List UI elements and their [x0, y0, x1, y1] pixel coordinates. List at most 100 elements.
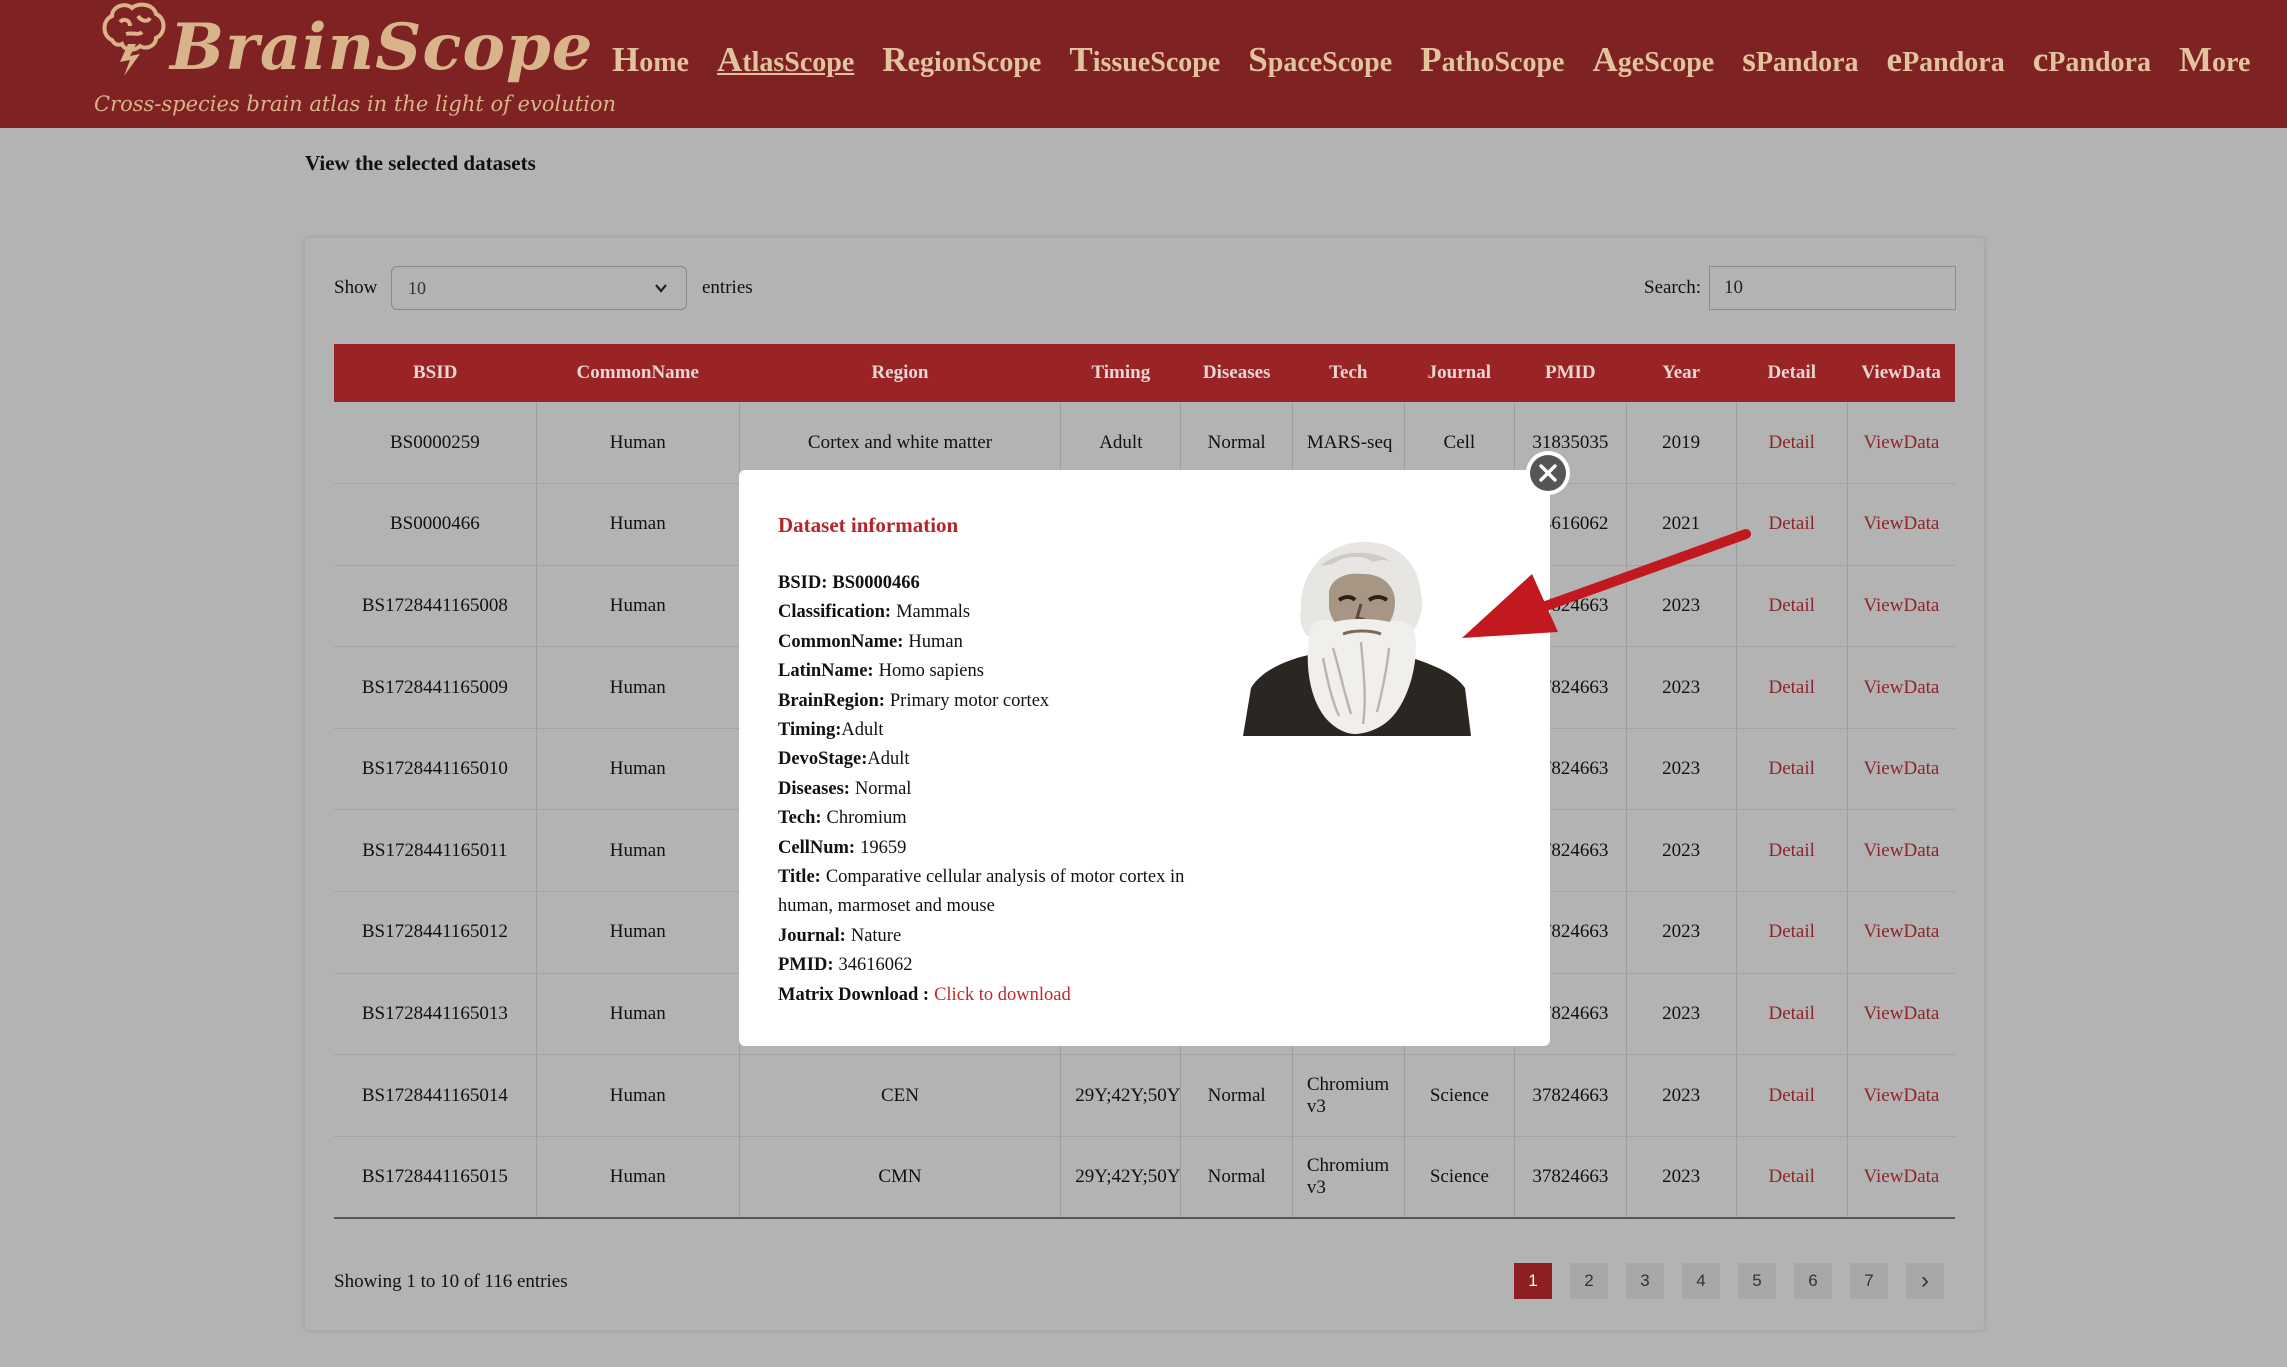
modal-title: Dataset information: [778, 513, 959, 537]
cell-detail: Detail: [1736, 891, 1848, 974]
column-header-timing[interactable]: Timing: [1060, 344, 1181, 402]
entries-per-page-select[interactable]: 10: [391, 266, 687, 310]
cell-pmid: 37824663: [1514, 1136, 1627, 1219]
column-header-commonname[interactable]: CommonName: [536, 344, 740, 402]
cell-year: 2023: [1626, 646, 1737, 729]
cell-journal: Science: [1404, 1054, 1516, 1137]
info-field: Tech: Chromium: [778, 804, 1208, 833]
page-button-3[interactable]: 3: [1626, 1263, 1664, 1299]
download-link[interactable]: Click to download: [934, 985, 1071, 1005]
nav-item-pathoscope[interactable]: PathoScope: [1420, 40, 1564, 80]
nav-item-label: ome: [639, 47, 689, 78]
column-header-region[interactable]: Region: [739, 344, 1061, 402]
cell-bsid: BS1728441165013: [334, 973, 537, 1056]
detail-link[interactable]: Detail: [1769, 840, 1815, 861]
cell-commonname: Human: [536, 1054, 740, 1137]
nav-item-initial: H: [612, 40, 640, 79]
search-input[interactable]: 10: [1709, 266, 1956, 310]
close-icon: [1539, 464, 1557, 482]
viewdata-link[interactable]: ViewData: [1863, 513, 1939, 534]
nav-item-home[interactable]: Home: [612, 40, 689, 80]
next-page-button[interactable]: ›: [1906, 1263, 1944, 1299]
cell-region: CEN: [739, 1054, 1062, 1137]
detail-link[interactable]: Detail: [1769, 432, 1815, 453]
darwin-portrait-image: [1243, 541, 1471, 736]
viewdata-link[interactable]: ViewData: [1863, 677, 1939, 698]
cell-year: 2023: [1626, 1054, 1737, 1137]
cell-detail: Detail: [1736, 1136, 1848, 1219]
nav-item-initial: e: [1886, 40, 1903, 79]
column-header-tech[interactable]: Tech: [1292, 344, 1405, 402]
info-field-label: Timing:: [778, 720, 842, 741]
cell-detail: Detail: [1736, 646, 1848, 729]
info-field-value: Chromium: [826, 808, 907, 829]
cell-diseases: Normal: [1180, 1136, 1293, 1219]
showing-entries-text: Showing 1 to 10 of 116 entries: [334, 1271, 568, 1292]
column-header-year[interactable]: Year: [1626, 344, 1737, 402]
info-field-label: DevoStage:: [778, 749, 868, 770]
page-button-5[interactable]: 5: [1738, 1263, 1776, 1299]
nav-item-more[interactable]: More: [2179, 40, 2250, 80]
cell-bsid: BS1728441165012: [334, 891, 537, 974]
close-modal-button[interactable]: [1526, 451, 1570, 495]
column-header-pmid[interactable]: PMID: [1514, 344, 1627, 402]
info-field: BrainRegion: Primary motor cortex: [778, 687, 1208, 716]
cell-viewdata: ViewData: [1847, 1136, 1955, 1219]
detail-link[interactable]: Detail: [1769, 595, 1815, 616]
cell-tech: Chromium v3: [1292, 1136, 1405, 1219]
page-button-4[interactable]: 4: [1682, 1263, 1720, 1299]
info-field: Classification: Mammals: [778, 598, 1208, 627]
nav-item-spacescope[interactable]: SpaceScope: [1248, 40, 1392, 80]
detail-link[interactable]: Detail: [1769, 1085, 1815, 1106]
nav-item-initial: s: [1742, 40, 1756, 79]
nav-item-agescope[interactable]: AgeScope: [1592, 40, 1714, 80]
cell-year: 2023: [1626, 728, 1737, 811]
brainscope-logo[interactable]: BrainScope Cross-species brain atlas in …: [92, 0, 616, 128]
viewdata-link[interactable]: ViewData: [1863, 1003, 1939, 1024]
column-header-journal[interactable]: Journal: [1404, 344, 1515, 402]
cell-bsid: BS1728441165009: [334, 646, 537, 729]
viewdata-link[interactable]: ViewData: [1863, 758, 1939, 779]
logo-title: BrainScope: [170, 10, 594, 85]
nav-item-epandora[interactable]: ePandora: [1887, 40, 2005, 80]
page-button-2[interactable]: 2: [1570, 1263, 1608, 1299]
info-field: CellNum: 19659: [778, 834, 1208, 863]
viewdata-link[interactable]: ViewData: [1863, 1085, 1939, 1106]
detail-link[interactable]: Detail: [1769, 921, 1815, 942]
cell-viewdata: ViewData: [1847, 483, 1955, 566]
viewdata-link[interactable]: ViewData: [1863, 1166, 1939, 1187]
nav-item-atlasscope[interactable]: AtlasScope: [717, 40, 854, 80]
cell-commonname: Human: [536, 891, 740, 974]
info-field-value: BS0000466: [832, 573, 920, 593]
nav-item-tissuescope[interactable]: TissueScope: [1069, 40, 1220, 80]
viewdata-link[interactable]: ViewData: [1863, 840, 1939, 861]
cell-detail: Detail: [1736, 728, 1848, 811]
nav-item-initial: P: [1420, 40, 1442, 79]
page-button-6[interactable]: 6: [1794, 1263, 1832, 1299]
nav-item-regionscope[interactable]: RegionScope: [882, 40, 1041, 80]
detail-link[interactable]: Detail: [1769, 513, 1815, 534]
page-button-1[interactable]: 1: [1514, 1263, 1552, 1299]
column-header-diseases[interactable]: Diseases: [1180, 344, 1293, 402]
page-button-7[interactable]: 7: [1850, 1263, 1888, 1299]
nav-item-initial: M: [2178, 40, 2213, 79]
viewdata-link[interactable]: ViewData: [1863, 432, 1939, 453]
cell-viewdata: ViewData: [1847, 1054, 1955, 1137]
detail-link[interactable]: Detail: [1769, 1166, 1815, 1187]
info-field-value: Primary motor cortex: [889, 690, 1050, 711]
detail-link[interactable]: Detail: [1769, 1003, 1815, 1024]
viewdata-link[interactable]: ViewData: [1863, 595, 1939, 616]
column-header-bsid[interactable]: BSID: [334, 344, 537, 402]
cell-commonname: Human: [536, 565, 740, 648]
column-header-detail[interactable]: Detail: [1736, 344, 1848, 402]
nav-item-spandora[interactable]: sPandora: [1742, 40, 1858, 80]
info-field-label: Journal:: [778, 925, 846, 946]
nav-item-cpandora[interactable]: cPandora: [2033, 40, 2151, 80]
cell-bsid: BS1728441165015: [334, 1136, 537, 1219]
detail-link[interactable]: Detail: [1769, 758, 1815, 779]
detail-link[interactable]: Detail: [1769, 677, 1815, 698]
nav-item-initial: R: [882, 40, 908, 79]
column-header-viewdata[interactable]: ViewData: [1847, 344, 1955, 402]
brain-icon: [102, 2, 166, 76]
viewdata-link[interactable]: ViewData: [1863, 921, 1939, 942]
